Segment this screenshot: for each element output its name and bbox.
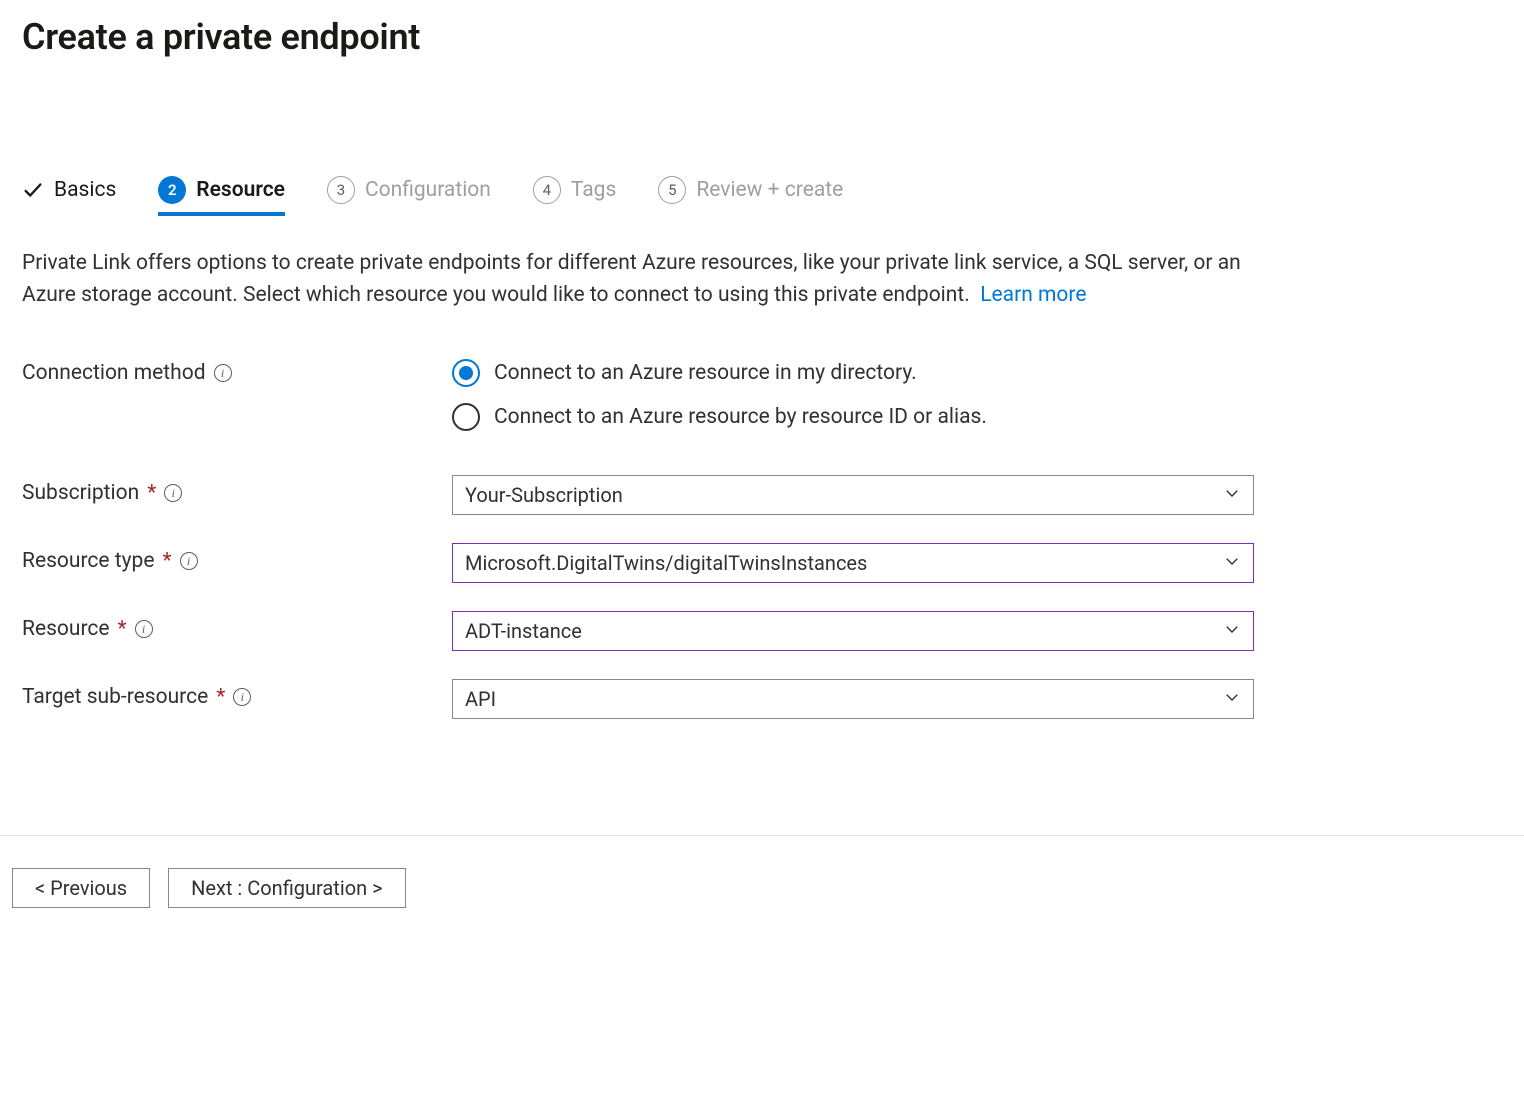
footer: < Previous Next : Configuration >	[0, 835, 1524, 908]
tab-label: Configuration	[365, 178, 491, 202]
form: Connection method i Connect to an Azure …	[22, 359, 1502, 719]
label-subscription: Subscription * i	[22, 475, 452, 505]
label-text: Subscription	[22, 481, 139, 505]
label-text: Target sub-resource	[22, 685, 208, 709]
required-asterisk: *	[216, 685, 225, 709]
label-target-sub-resource: Target sub-resource * i	[22, 679, 452, 709]
step-number: 3	[327, 176, 355, 204]
learn-more-link[interactable]: Learn more	[980, 283, 1086, 307]
required-asterisk: *	[162, 549, 171, 573]
step-number: 2	[158, 176, 186, 204]
label-text: Resource	[22, 617, 110, 641]
tab-label: Resource	[196, 178, 285, 202]
tab-label: Review + create	[696, 178, 843, 202]
dropdown-value: ADT-instance	[465, 619, 582, 643]
radio-connect-directory[interactable]: Connect to an Azure resource in my direc…	[452, 359, 1254, 387]
tab-resource[interactable]: 2 Resource	[158, 176, 285, 216]
target-sub-resource-dropdown[interactable]: API	[452, 679, 1254, 719]
tab-configuration[interactable]: 3 Configuration	[327, 176, 491, 216]
page-title: Create a private endpoint	[22, 16, 1502, 58]
label-text: Resource type	[22, 549, 154, 573]
chevron-down-icon	[1223, 551, 1241, 575]
info-icon[interactable]: i	[214, 364, 232, 382]
info-icon[interactable]: i	[164, 484, 182, 502]
radio-icon	[452, 403, 480, 431]
dropdown-value: API	[465, 687, 496, 711]
wizard-tabs: Basics 2 Resource 3 Configuration 4 Tags…	[22, 176, 1502, 216]
tab-label: Basics	[54, 178, 116, 202]
radio-connect-resource-id[interactable]: Connect to an Azure resource by resource…	[452, 403, 1254, 431]
row-resource-type: Resource type * i Microsoft.DigitalTwins…	[22, 543, 1502, 583]
chevron-down-icon	[1223, 483, 1241, 507]
row-connection-method: Connection method i Connect to an Azure …	[22, 359, 1502, 431]
step-number: 4	[533, 176, 561, 204]
info-icon[interactable]: i	[135, 620, 153, 638]
next-button[interactable]: Next : Configuration >	[168, 868, 405, 908]
subscription-dropdown[interactable]: Your-Subscription	[452, 475, 1254, 515]
dropdown-value: Your-Subscription	[465, 483, 623, 507]
connection-method-radio-group: Connect to an Azure resource in my direc…	[452, 359, 1254, 431]
row-target-sub-resource: Target sub-resource * i API	[22, 679, 1502, 719]
label-resource: Resource * i	[22, 611, 452, 641]
resource-dropdown[interactable]: ADT-instance	[452, 611, 1254, 651]
tab-label: Tags	[571, 178, 616, 202]
intro-text: Private Link offers options to create pr…	[22, 248, 1242, 311]
resource-type-dropdown[interactable]: Microsoft.DigitalTwins/digitalTwinsInsta…	[452, 543, 1254, 583]
info-icon[interactable]: i	[180, 552, 198, 570]
label-text: Connection method	[22, 361, 206, 385]
tab-review-create[interactable]: 5 Review + create	[658, 176, 843, 216]
label-connection-method: Connection method i	[22, 359, 452, 385]
label-resource-type: Resource type * i	[22, 543, 452, 573]
row-subscription: Subscription * i Your-Subscription	[22, 475, 1502, 515]
row-resource: Resource * i ADT-instance	[22, 611, 1502, 651]
required-asterisk: *	[118, 617, 127, 641]
radio-icon	[452, 359, 480, 387]
tab-basics[interactable]: Basics	[22, 178, 116, 214]
tab-tags[interactable]: 4 Tags	[533, 176, 616, 216]
dropdown-value: Microsoft.DigitalTwins/digitalTwinsInsta…	[465, 551, 867, 575]
radio-label: Connect to an Azure resource by resource…	[494, 405, 987, 429]
check-icon	[22, 179, 44, 201]
required-asterisk: *	[147, 481, 156, 505]
radio-label: Connect to an Azure resource in my direc…	[494, 361, 917, 385]
previous-button[interactable]: < Previous	[12, 868, 150, 908]
chevron-down-icon	[1223, 687, 1241, 711]
step-number: 5	[658, 176, 686, 204]
chevron-down-icon	[1223, 619, 1241, 643]
info-icon[interactable]: i	[233, 688, 251, 706]
